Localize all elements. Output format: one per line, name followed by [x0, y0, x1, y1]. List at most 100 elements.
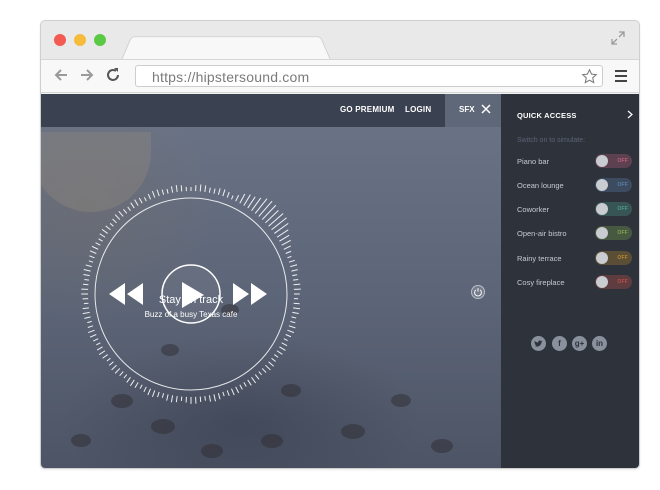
quick-access-item: Cosy fireplace OFF — [501, 273, 639, 293]
player-ring-tick — [126, 377, 131, 383]
close-icon[interactable] — [481, 104, 491, 114]
player-ring-tick — [293, 307, 301, 310]
player-ring-tick — [114, 214, 121, 220]
toggle-switch[interactable]: OFF — [595, 154, 632, 168]
toggle-switch[interactable]: OFF — [595, 275, 632, 289]
player-ring-tick — [271, 217, 287, 231]
player-ring-tick — [96, 346, 103, 351]
back-icon[interactable] — [53, 67, 69, 83]
player-ring-tick — [130, 202, 135, 209]
minimize-window-button[interactable] — [74, 34, 86, 46]
player-ring-tick — [258, 371, 262, 376]
maximize-window-button[interactable] — [94, 34, 106, 46]
player-ring-tick — [281, 239, 291, 246]
player-ring-tick — [108, 361, 114, 366]
player-ring-tick — [88, 260, 94, 263]
player-ring-tick — [84, 279, 89, 281]
sfx-label: SFX — [459, 105, 475, 114]
player-ring-tick — [134, 382, 139, 389]
toggle-switch[interactable]: OFF — [595, 202, 632, 216]
player-ring-tick — [118, 211, 124, 217]
quick-access-label: Piano bar — [517, 157, 550, 166]
player-ring-tick — [204, 185, 207, 192]
rewind-icon[interactable] — [108, 281, 144, 307]
close-window-button[interactable] — [54, 34, 66, 46]
player-ring-tick — [114, 368, 121, 374]
login-link[interactable]: LOGIN — [405, 105, 431, 114]
player-ring-tick — [83, 269, 91, 272]
player-ring-tick — [204, 396, 206, 401]
player-ring-tick — [222, 189, 226, 197]
player-ring-tick — [161, 189, 165, 195]
player-ring-tick — [89, 250, 97, 254]
player-ring-tick — [109, 222, 114, 227]
player-ring-tick — [138, 197, 143, 204]
player-ring-tick — [290, 320, 296, 324]
go-premium-link[interactable]: GO PREMIUM — [340, 105, 394, 114]
quick-access-item: Coworker OFF — [501, 200, 639, 220]
toggle-switch[interactable]: OFF — [595, 178, 632, 192]
browser-tab[interactable] — [121, 36, 331, 60]
player-ring-tick — [279, 234, 290, 242]
reload-icon[interactable] — [105, 67, 121, 83]
player-ring-tick — [166, 394, 169, 401]
player-ring-tick — [217, 393, 221, 400]
player-ring-tick — [123, 374, 128, 379]
forward-icon[interactable] — [79, 67, 95, 83]
player-ring-tick — [87, 320, 92, 324]
player-ring-tick — [268, 213, 284, 227]
player-ring-tick — [175, 396, 178, 403]
player-ring-tick — [101, 228, 108, 234]
menu-icon[interactable] — [615, 70, 627, 82]
address-bar[interactable]: https://hipstersound.com — [135, 65, 603, 87]
player-ring-tick — [83, 273, 90, 277]
player-ring-tick — [285, 334, 292, 338]
player-ring-tick — [93, 338, 99, 342]
twitter-icon[interactable] — [531, 336, 546, 351]
sfx-tab[interactable]: SFX — [445, 94, 501, 127]
player-ring-tick — [85, 264, 92, 268]
player-ring-tick — [261, 368, 267, 373]
player-ring-tick — [147, 388, 151, 396]
player-ring-tick — [106, 357, 111, 362]
player-ring-tick — [271, 357, 276, 362]
toggle-switch[interactable]: OFF — [595, 226, 632, 240]
track-subtitle: Buzz of a busy Texas cafe — [144, 310, 238, 319]
player-ring-tick — [293, 283, 301, 286]
quick-access-title: QUICK ACCESS — [517, 111, 577, 120]
facebook-icon[interactable]: f — [552, 336, 567, 351]
player-ring-tick — [290, 264, 298, 268]
player-ring-tick — [274, 222, 289, 234]
player-ring-tick — [95, 242, 101, 246]
player-ring-tick — [291, 269, 298, 272]
chevron-right-icon[interactable] — [627, 110, 634, 119]
player-ring-tick — [156, 189, 160, 197]
browser-toolbar: https://hipstersound.com — [41, 59, 639, 93]
player-ring-tick — [102, 354, 108, 359]
player-ring-tick — [261, 204, 277, 220]
play-icon[interactable] — [178, 280, 206, 310]
player-ring-tick — [82, 307, 89, 310]
google-plus-icon[interactable]: g+ — [572, 336, 587, 351]
player-ring-tick — [127, 206, 131, 211]
player-ring-tick — [112, 218, 117, 224]
fullscreen-icon[interactable] — [611, 31, 625, 45]
linkedin-icon[interactable]: in — [592, 336, 607, 351]
player-ring-tick — [99, 233, 106, 238]
player-ring-tick — [251, 377, 257, 384]
player-ring-tick — [180, 185, 183, 192]
bookmark-star-icon[interactable] — [581, 68, 598, 85]
player-ring-tick — [143, 197, 147, 202]
quick-access-label: Cosy fireplace — [517, 278, 565, 287]
player-ring-tick — [287, 329, 295, 334]
toggle-switch[interactable]: OFF — [595, 251, 632, 265]
player-ring-tick — [222, 391, 225, 397]
player-ring-tick — [243, 194, 251, 206]
player-ring-tick — [213, 394, 216, 402]
player-ring-tick — [247, 379, 252, 386]
power-icon[interactable] — [471, 285, 485, 299]
player-ring-tick — [265, 209, 279, 224]
player-ring-tick — [288, 259, 295, 263]
fast-forward-icon[interactable] — [232, 281, 268, 307]
player-ring-tick — [254, 198, 268, 214]
